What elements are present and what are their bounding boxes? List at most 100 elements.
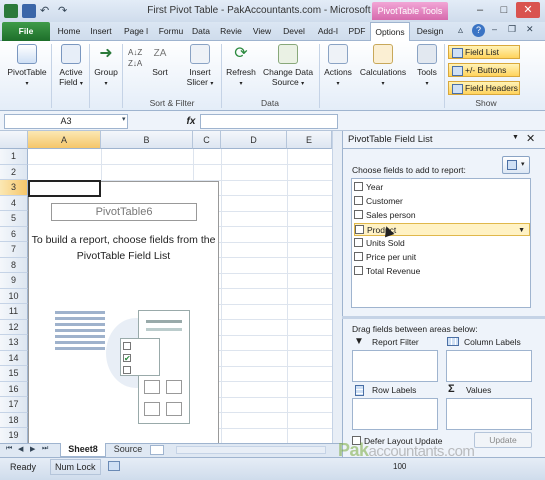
tab-developer[interactable]: Devel <box>278 22 310 41</box>
tab-design[interactable]: Design <box>412 22 448 41</box>
row-header[interactable]: 19 <box>0 428 28 444</box>
tab-review[interactable]: Revie <box>216 22 246 41</box>
tab-add-ins[interactable]: Add-I <box>312 22 344 41</box>
tab-insert[interactable]: Insert <box>86 22 116 41</box>
field-checkbox[interactable] <box>354 182 363 192</box>
change-data-source-button[interactable]: Change Data Source ▾ <box>260 44 316 89</box>
field-checkbox[interactable] <box>354 238 363 248</box>
update-button[interactable]: Update <box>474 432 532 448</box>
row-header[interactable]: 14 <box>0 350 28 366</box>
sort-az-icon[interactable]: A↓Z Z↓A <box>128 47 142 69</box>
close-button[interactable]: ✕ <box>516 2 540 18</box>
column-header-e[interactable]: E <box>287 131 332 149</box>
row-header[interactable]: 10 <box>0 288 28 304</box>
report-filter-drop-area[interactable] <box>352 350 438 382</box>
field-checkbox[interactable] <box>354 210 363 220</box>
name-box[interactable]: A3 <box>4 114 128 129</box>
column-header-a[interactable]: A <box>28 131 101 149</box>
pane-splitter[interactable] <box>342 316 545 319</box>
formula-input[interactable] <box>200 114 338 129</box>
values-drop-area[interactable] <box>446 398 532 430</box>
field-list-layout-button[interactable]: ▾ <box>502 156 530 174</box>
zoom-level[interactable]: 100 <box>393 462 406 471</box>
tab-options[interactable]: Options <box>370 22 410 42</box>
last-sheet-icon[interactable]: ⏭ <box>42 445 48 453</box>
row-header[interactable]: 4 <box>0 195 28 211</box>
field-dropdown-icon[interactable]: ▼ <box>518 224 525 237</box>
field-item-product[interactable]: Product ▼ <box>354 223 530 236</box>
help-icon[interactable]: ? <box>472 24 485 37</box>
row-header[interactable]: 2 <box>0 164 28 180</box>
column-header-d[interactable]: D <box>221 131 287 149</box>
row-header[interactable]: 17 <box>0 397 28 413</box>
horizontal-scrollbar[interactable] <box>176 446 326 454</box>
field-item-total-revenue[interactable]: Total Revenue <box>354 265 530 278</box>
field-checkbox[interactable] <box>354 266 363 276</box>
column-header-c[interactable]: C <box>193 131 221 149</box>
vertical-scrollbar[interactable] <box>332 131 342 443</box>
actions-button[interactable]: Actions ▾ <box>321 44 355 89</box>
pane-options-icon[interactable]: ▼ <box>512 134 519 141</box>
field-checkbox[interactable] <box>355 225 364 235</box>
row-header[interactable]: 18 <box>0 412 28 428</box>
insert-slicer-button[interactable]: Insert Slicer ▾ <box>182 44 218 89</box>
group-button[interactable]: ➜ Group ▾ <box>91 44 121 89</box>
row-header[interactable]: 12 <box>0 319 28 335</box>
column-header-b[interactable]: B <box>101 131 193 149</box>
active-cell-a3[interactable] <box>28 180 101 197</box>
calculations-button[interactable]: Calculations ▾ <box>356 44 410 89</box>
tab-pdf[interactable]: PDF <box>346 22 368 41</box>
row-header[interactable]: 11 <box>0 304 28 320</box>
active-field-button[interactable]: Active Field ▾ <box>54 44 88 89</box>
row-header[interactable]: 6 <box>0 226 28 242</box>
pane-close-icon[interactable]: ✕ <box>526 132 535 145</box>
field-list-toggle[interactable]: Field List <box>448 45 520 59</box>
tab-file[interactable]: File <box>2 22 50 41</box>
plus-minus-buttons-toggle[interactable]: +/- Buttons <box>448 63 520 77</box>
sort-button[interactable]: ZA Sort <box>148 44 172 77</box>
column-labels-drop-area[interactable] <box>446 350 532 382</box>
maximize-button[interactable]: □ <box>492 2 516 18</box>
sheet-tab-sheet8[interactable]: Sheet8 <box>60 443 106 457</box>
sheet-tab-source[interactable]: Source <box>108 443 148 457</box>
workbook-minimize-icon[interactable]: – <box>492 24 497 34</box>
row-header[interactable]: 8 <box>0 257 28 273</box>
field-item-price-per-unit[interactable]: Price per unit <box>354 251 530 264</box>
row-header[interactable]: 7 <box>0 242 28 258</box>
row-header[interactable]: 9 <box>0 273 28 289</box>
tab-data[interactable]: Data <box>188 22 214 41</box>
row-header[interactable]: 5 <box>0 211 28 227</box>
row-header[interactable]: 15 <box>0 366 28 382</box>
insert-sheet-icon[interactable] <box>150 445 164 455</box>
insert-function-icon[interactable]: fx <box>182 114 200 129</box>
row-labels-drop-area[interactable] <box>352 398 438 430</box>
refresh-button[interactable]: ⟳ Refresh ▾ <box>223 44 259 89</box>
tab-view[interactable]: View <box>248 22 276 41</box>
row-header[interactable]: 13 <box>0 335 28 351</box>
prev-sheet-icon[interactable]: ◀ <box>18 445 23 453</box>
minimize-ribbon-icon[interactable]: ▵ <box>458 25 463 36</box>
name-box-dropdown-icon[interactable]: ▾ <box>122 115 126 123</box>
tab-home[interactable]: Home <box>54 22 84 41</box>
tab-formulas[interactable]: Formu <box>156 22 186 41</box>
pivottable-button[interactable]: PivotTable ▾ <box>4 44 50 89</box>
workbook-close-icon[interactable]: ✕ <box>526 24 534 35</box>
field-item-customer[interactable]: Customer <box>354 195 530 208</box>
field-item-year[interactable]: Year <box>354 181 530 194</box>
select-all-corner[interactable] <box>0 131 28 149</box>
next-sheet-icon[interactable]: ▶ <box>30 445 35 453</box>
macro-record-icon[interactable] <box>108 461 120 471</box>
row-header[interactable]: 16 <box>0 381 28 397</box>
field-item-sales-person[interactable]: Sales person <box>354 209 530 222</box>
workbook-restore-icon[interactable]: ❐ <box>508 24 516 35</box>
field-checkbox[interactable] <box>354 196 363 206</box>
field-item-units-sold[interactable]: Units Sold <box>354 237 530 250</box>
first-sheet-icon[interactable]: ⏮ <box>6 445 12 453</box>
row-header[interactable]: 3 <box>0 180 28 196</box>
tab-page-layout[interactable]: Page l <box>118 22 154 41</box>
tools-button[interactable]: Tools ▾ <box>412 44 442 89</box>
field-headers-toggle[interactable]: Field Headers <box>448 81 520 95</box>
row-header[interactable]: 1 <box>0 149 28 165</box>
minimize-button[interactable]: – <box>468 2 492 18</box>
field-checkbox[interactable] <box>354 252 363 262</box>
